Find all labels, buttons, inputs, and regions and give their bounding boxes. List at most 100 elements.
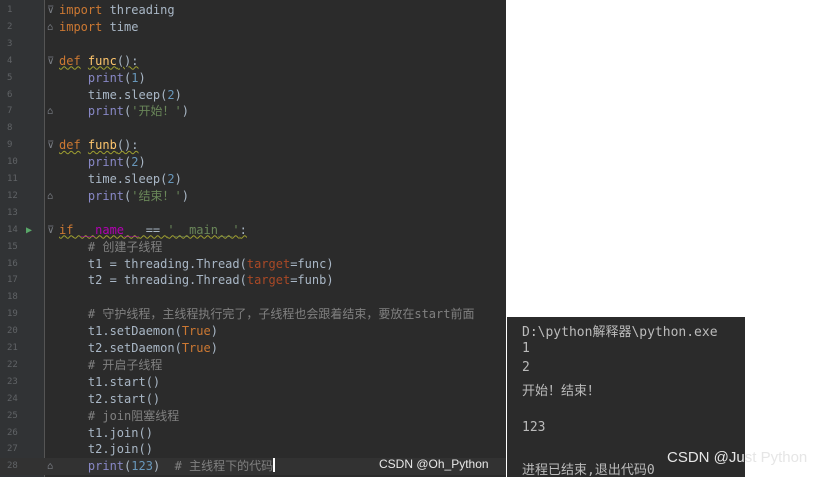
- code-token: t2.start(): [59, 391, 161, 406]
- code-token: target: [246, 273, 291, 288]
- line-number: 18: [7, 292, 18, 303]
- code-line[interactable]: 25 # join阻塞线程: [0, 408, 506, 425]
- fold-marker-icon[interactable]: ⌂: [47, 19, 57, 36]
- code-token: t1.join(): [59, 425, 153, 440]
- code-text: print(1): [59, 70, 146, 87]
- code-token: '__main__': [167, 222, 240, 237]
- console-line: 进程已结束,退出代码0: [522, 463, 655, 477]
- code-token: '开始！': [131, 104, 182, 119]
- code-token: 123: [131, 459, 153, 474]
- code-text: # join阻塞线程: [59, 408, 179, 425]
- code-token: funb: [87, 138, 117, 153]
- line-number: 5: [7, 72, 13, 83]
- code-text: import threading: [59, 2, 175, 19]
- code-line[interactable]: 8: [0, 120, 506, 137]
- code-line[interactable]: 13: [0, 205, 506, 222]
- code-line[interactable]: 7 ⌂ print('开始！'): [0, 103, 506, 120]
- code-token: ): [138, 70, 146, 85]
- line-number: 2: [7, 21, 13, 32]
- code-token: func: [87, 53, 117, 68]
- code-line[interactable]: 18: [0, 289, 506, 306]
- code-line[interactable]: 22 # 开启子线程: [0, 357, 506, 374]
- code-line[interactable]: 14 ▶ ⊽ if __name__ == '__main__':: [0, 222, 506, 239]
- line-number: 13: [7, 207, 18, 218]
- code-token: # 守护线程，主线程执行完了，子线程也会跟着结束，要放在start前面: [59, 307, 475, 322]
- line-number: 25: [7, 410, 18, 421]
- line-number: 20: [7, 326, 18, 337]
- code-text: t1 = threading.Thread(target=func): [59, 256, 334, 273]
- code-token: t1.start(): [59, 374, 161, 389]
- code-token: target: [246, 256, 291, 271]
- code-token: import: [59, 3, 103, 17]
- line-number: 3: [7, 38, 13, 49]
- fold-marker-icon[interactable]: ⌂: [47, 103, 57, 120]
- code-text: def func():: [59, 53, 139, 70]
- code-line[interactable]: 15 # 创建子线程: [0, 239, 506, 256]
- code-line[interactable]: 24 t2.start(): [0, 391, 506, 408]
- code-line[interactable]: 12 ⌂ print('结束！'): [0, 188, 506, 205]
- code-token: 2: [131, 155, 139, 170]
- code-editor[interactable]: 1 ⊽ import threading 2 ⌂ import time 3 4 ⊽ def fu…: [0, 0, 506, 477]
- console-line: 2: [522, 360, 530, 375]
- fold-marker-icon[interactable]: ⊽: [47, 222, 57, 239]
- code-line[interactable]: 23 t1.start(): [0, 374, 506, 391]
- code-line[interactable]: 4 ⊽ def func():: [0, 53, 506, 70]
- code-line[interactable]: 19 # 守护线程，主线程执行完了，子线程也会跟着结束，要放在start前面: [0, 306, 506, 323]
- watermark-right: CSDN @Just Python: [667, 449, 808, 466]
- code-token: t1.setDaemon(: [59, 324, 182, 339]
- line-number: 24: [7, 393, 18, 404]
- fold-marker-icon[interactable]: ⊽: [47, 53, 57, 70]
- code-token: ): [174, 172, 182, 186]
- line-number: 27: [7, 444, 18, 455]
- code-line[interactable]: 2 ⌂ import time: [0, 19, 506, 36]
- fold-marker-icon[interactable]: ⌂: [47, 458, 57, 475]
- code-line[interactable]: 21 t2.setDaemon(True): [0, 340, 506, 357]
- code-line[interactable]: 10 print(2): [0, 154, 506, 171]
- code-token: ): [210, 324, 218, 339]
- code-line[interactable]: 9 ⊽ def funb():: [0, 137, 506, 154]
- code-token: ():: [116, 53, 139, 68]
- run-arrow-icon[interactable]: ▶: [26, 222, 36, 239]
- code-line[interactable]: 20 t1.setDaemon(True): [0, 323, 506, 340]
- code-text: t1.start(): [59, 374, 160, 391]
- line-number: 15: [7, 241, 18, 252]
- code-text: # 开启子线程: [59, 357, 162, 374]
- code-token: time.sleep(: [59, 172, 168, 186]
- line-number: 19: [7, 309, 18, 320]
- code-line[interactable]: 17 t2 = threading.Thread(target=funb): [0, 272, 506, 289]
- code-token: print: [87, 155, 125, 170]
- code-line[interactable]: 11 time.sleep(2): [0, 171, 506, 188]
- code-line[interactable]: 6 time.sleep(2): [0, 87, 506, 104]
- code-text: print(2): [59, 154, 146, 171]
- line-number: 6: [7, 89, 13, 100]
- code-line[interactable]: 26 t1.join(): [0, 425, 506, 442]
- code-line[interactable]: 16 t1 = threading.Thread(target=func): [0, 256, 506, 273]
- code-token: =funb): [290, 273, 334, 288]
- code-text: def funb():: [59, 137, 139, 154]
- code-line[interactable]: 1 ⊽ import threading: [0, 2, 506, 19]
- code-line[interactable]: 27 t2.join(): [0, 441, 506, 458]
- fold-marker-icon[interactable]: ⌂: [47, 188, 57, 205]
- code-line[interactable]: 5 print(1): [0, 70, 506, 87]
- line-number: 17: [7, 275, 18, 286]
- code-token: 2: [167, 87, 175, 102]
- line-number: 26: [7, 427, 18, 438]
- code-text: print(123) # 主线程下的代码: [59, 458, 275, 475]
- code-token: :: [239, 222, 247, 237]
- code-text: time.sleep(2): [59, 171, 182, 188]
- code-token: 2: [167, 172, 175, 186]
- fold-marker-icon[interactable]: ⊽: [47, 2, 57, 19]
- code-line[interactable]: 3: [0, 36, 506, 53]
- code-text: t2 = threading.Thread(target=funb): [59, 272, 334, 289]
- code-token: # 开启子线程: [59, 357, 163, 372]
- code-text: import time: [59, 19, 138, 36]
- code-token: print: [87, 188, 125, 203]
- fold-marker-icon[interactable]: ⊽: [47, 137, 57, 154]
- code-text: time.sleep(2): [59, 87, 182, 104]
- text-caret: [273, 458, 275, 473]
- code-token: __name__: [80, 222, 139, 237]
